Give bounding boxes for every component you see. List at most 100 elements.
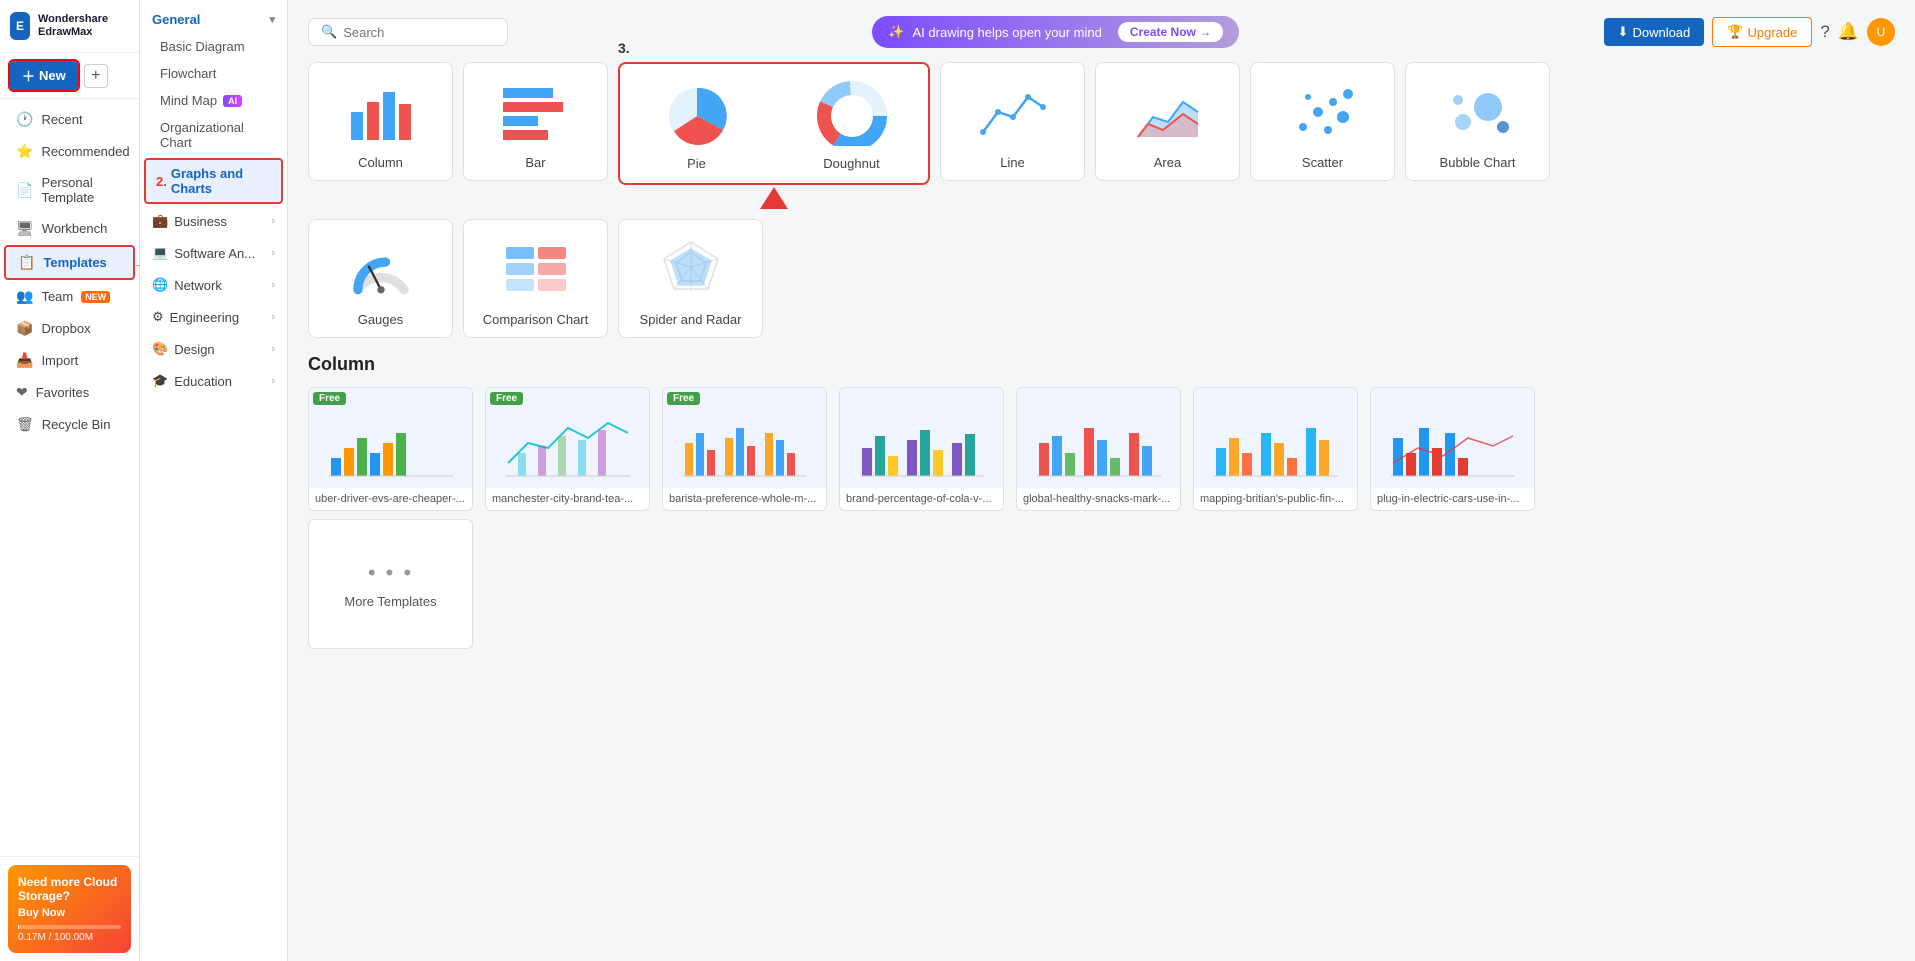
template-card-0[interactable]: Free uber-driver-evs-are-cheaper-... bbox=[308, 387, 473, 511]
step3-indicator: 3. bbox=[618, 40, 630, 56]
comparison-chart-icon bbox=[496, 234, 576, 304]
chart-card-scatter[interactable]: Scatter bbox=[1250, 62, 1395, 181]
area-chart-icon bbox=[1128, 77, 1208, 147]
template-card-6[interactable]: plug-in-electric-cars-use-in-... bbox=[1370, 387, 1535, 511]
group-education[interactable]: 🎓 Education › bbox=[140, 366, 287, 396]
sidebar-item-dropbox[interactable]: 📦 Dropbox bbox=[4, 313, 135, 344]
mid-item-org-chart[interactable]: Organizational Chart bbox=[140, 114, 287, 156]
sidebar-item-import[interactable]: 📥 Import bbox=[4, 345, 135, 376]
group-design[interactable]: 🎨 Design › bbox=[140, 334, 287, 364]
template-name-3: brand-percentage-of-cola-v-... bbox=[840, 488, 1003, 510]
cloud-banner[interactable]: Need more Cloud Storage? Buy Now 0.17M /… bbox=[8, 865, 131, 953]
engineering-chevron: › bbox=[271, 311, 275, 323]
step1-arrow: → bbox=[133, 252, 139, 273]
mid-item-mind-map[interactable]: Mind Map AI bbox=[140, 87, 287, 114]
bubble-chart-icon bbox=[1438, 77, 1518, 147]
add-button[interactable]: + bbox=[84, 64, 108, 88]
chart-grid-row1: Column Bar 3. bbox=[308, 62, 1895, 209]
selected-chart-box: Pie Doughnut bbox=[618, 62, 930, 185]
template-thumb-0: Free bbox=[309, 388, 472, 488]
chart-card-area[interactable]: Area bbox=[1095, 62, 1240, 181]
group-network[interactable]: 🌐 Network › bbox=[140, 270, 287, 300]
template-name-1: manchester-city-brand-tea-... bbox=[486, 488, 649, 510]
upgrade-icon: 🏆 bbox=[1727, 24, 1743, 40]
recycle-bin-icon: 🗑 bbox=[16, 416, 34, 433]
free-badge-2: Free bbox=[667, 392, 700, 405]
bar-label: Bar bbox=[525, 155, 545, 170]
workbench-icon: 🖥 bbox=[16, 220, 34, 237]
chart-card-column[interactable]: Column bbox=[308, 62, 453, 181]
storage-text: 0.17M / 100.00M bbox=[18, 932, 121, 943]
chart-card-doughnut[interactable]: Doughnut bbox=[779, 68, 924, 179]
create-now-button[interactable]: Create Now → bbox=[1118, 22, 1223, 42]
dropbox-icon: 📦 bbox=[16, 320, 33, 337]
more-templates-row: • • • More Templates bbox=[308, 519, 1895, 649]
user-avatar[interactable]: U bbox=[1867, 18, 1895, 46]
help-button[interactable]: ? bbox=[1820, 22, 1829, 42]
free-badge-1: Free bbox=[490, 392, 523, 405]
more-templates-card[interactable]: • • • More Templates bbox=[308, 519, 473, 649]
area-label: Area bbox=[1154, 155, 1181, 170]
recent-icon: 🕐 bbox=[16, 111, 33, 128]
mid-item-basic-diagram[interactable]: Basic Diagram bbox=[140, 33, 287, 60]
chart-card-gauges[interactable]: Gauges bbox=[308, 219, 453, 338]
template-card-5[interactable]: mapping-britian's-public-fin-... bbox=[1193, 387, 1358, 511]
general-label: General bbox=[152, 12, 200, 27]
sidebar-item-favorites[interactable]: ❤ Favorites bbox=[4, 377, 135, 408]
education-chevron: › bbox=[271, 375, 275, 387]
search-box[interactable]: 🔍 bbox=[308, 18, 508, 46]
template-card-1[interactable]: Free manchester-city-brand-tea-... bbox=[485, 387, 650, 511]
sidebar-item-workbench[interactable]: 🖥 Workbench bbox=[4, 213, 135, 244]
engineering-icon: ⚙ bbox=[152, 309, 164, 325]
cloud-banner-cta[interactable]: Buy Now bbox=[18, 907, 121, 919]
group-business[interactable]: 💼 Business › bbox=[140, 206, 287, 236]
scatter-label: Scatter bbox=[1302, 155, 1343, 170]
sidebar-item-recommended[interactable]: ⭐ Recommended bbox=[4, 136, 135, 167]
network-chevron: › bbox=[271, 279, 275, 291]
chart-card-pie[interactable]: Pie bbox=[624, 68, 769, 179]
search-input[interactable] bbox=[343, 25, 495, 40]
group-engineering[interactable]: ⚙ Engineering › bbox=[140, 302, 287, 332]
upgrade-button[interactable]: 🏆 Upgrade bbox=[1712, 17, 1812, 47]
software-chevron: › bbox=[271, 247, 275, 259]
chart-card-bar[interactable]: Bar bbox=[463, 62, 608, 181]
template-name-5: mapping-britian's-public-fin-... bbox=[1194, 488, 1357, 510]
group-software[interactable]: 💻 Software An... › bbox=[140, 238, 287, 268]
education-icon: 🎓 bbox=[152, 373, 168, 389]
chart-card-comparison[interactable]: Comparison Chart bbox=[463, 219, 608, 338]
top-bar: 🔍 ✨ AI drawing helps open your mind Crea… bbox=[308, 16, 1895, 48]
sidebar-item-templates[interactable]: 📋 Templates → bbox=[4, 245, 135, 280]
step2-label: 2. bbox=[156, 174, 167, 189]
sidebar-item-personal-template[interactable]: 📄 Personal Template bbox=[4, 168, 135, 212]
middle-panel: General ▾ Basic Diagram Flowchart Mind M… bbox=[140, 0, 288, 961]
mid-item-graphs-charts[interactable]: 2. Graphs and Charts bbox=[144, 158, 283, 204]
notifications-button[interactable]: 🔔 bbox=[1838, 22, 1859, 42]
chart-card-bubble[interactable]: Bubble Chart bbox=[1405, 62, 1550, 181]
template-card-3[interactable]: brand-percentage-of-cola-v-... bbox=[839, 387, 1004, 511]
column-section-title: Column bbox=[308, 354, 1895, 375]
template-card-2[interactable]: Free barista-preference-whole-m bbox=[662, 387, 827, 511]
template-name-0: uber-driver-evs-are-cheaper-... bbox=[309, 488, 472, 510]
pie-doughnut-group: 3. Pie bbox=[618, 62, 930, 209]
chart-grid-row2: Gauges Comparison Chart bbox=[308, 219, 1895, 338]
general-section-header[interactable]: General ▾ bbox=[140, 6, 287, 33]
new-button[interactable]: ＋ New bbox=[10, 61, 78, 90]
ai-banner-text: AI drawing helps open your mind bbox=[913, 25, 1102, 40]
download-button[interactable]: ⬇ Download bbox=[1604, 18, 1705, 46]
spider-label: Spider and Radar bbox=[640, 312, 742, 327]
mid-item-flowchart[interactable]: Flowchart bbox=[140, 60, 287, 87]
sidebar-item-recycle-bin[interactable]: 🗑 Recycle Bin bbox=[4, 409, 135, 440]
team-badge: NEW bbox=[81, 291, 110, 303]
ai-banner[interactable]: ✨ AI drawing helps open your mind Create… bbox=[872, 16, 1239, 48]
favorites-icon: ❤ bbox=[16, 384, 28, 401]
template-thumb-2: Free bbox=[663, 388, 826, 488]
line-label: Line bbox=[1000, 155, 1025, 170]
chart-card-line[interactable]: Line bbox=[940, 62, 1085, 181]
chart-card-spider[interactable]: Spider and Radar bbox=[618, 219, 763, 338]
doughnut-label: Doughnut bbox=[823, 156, 879, 171]
sidebar-item-recent[interactable]: 🕐 Recent bbox=[4, 104, 135, 135]
up-arrow-container bbox=[618, 187, 930, 209]
template-card-4[interactable]: global-healthy-snacks-mark-... bbox=[1016, 387, 1181, 511]
network-icon: 🌐 bbox=[152, 277, 168, 293]
sidebar-item-team[interactable]: 👥 Team NEW bbox=[4, 281, 135, 312]
